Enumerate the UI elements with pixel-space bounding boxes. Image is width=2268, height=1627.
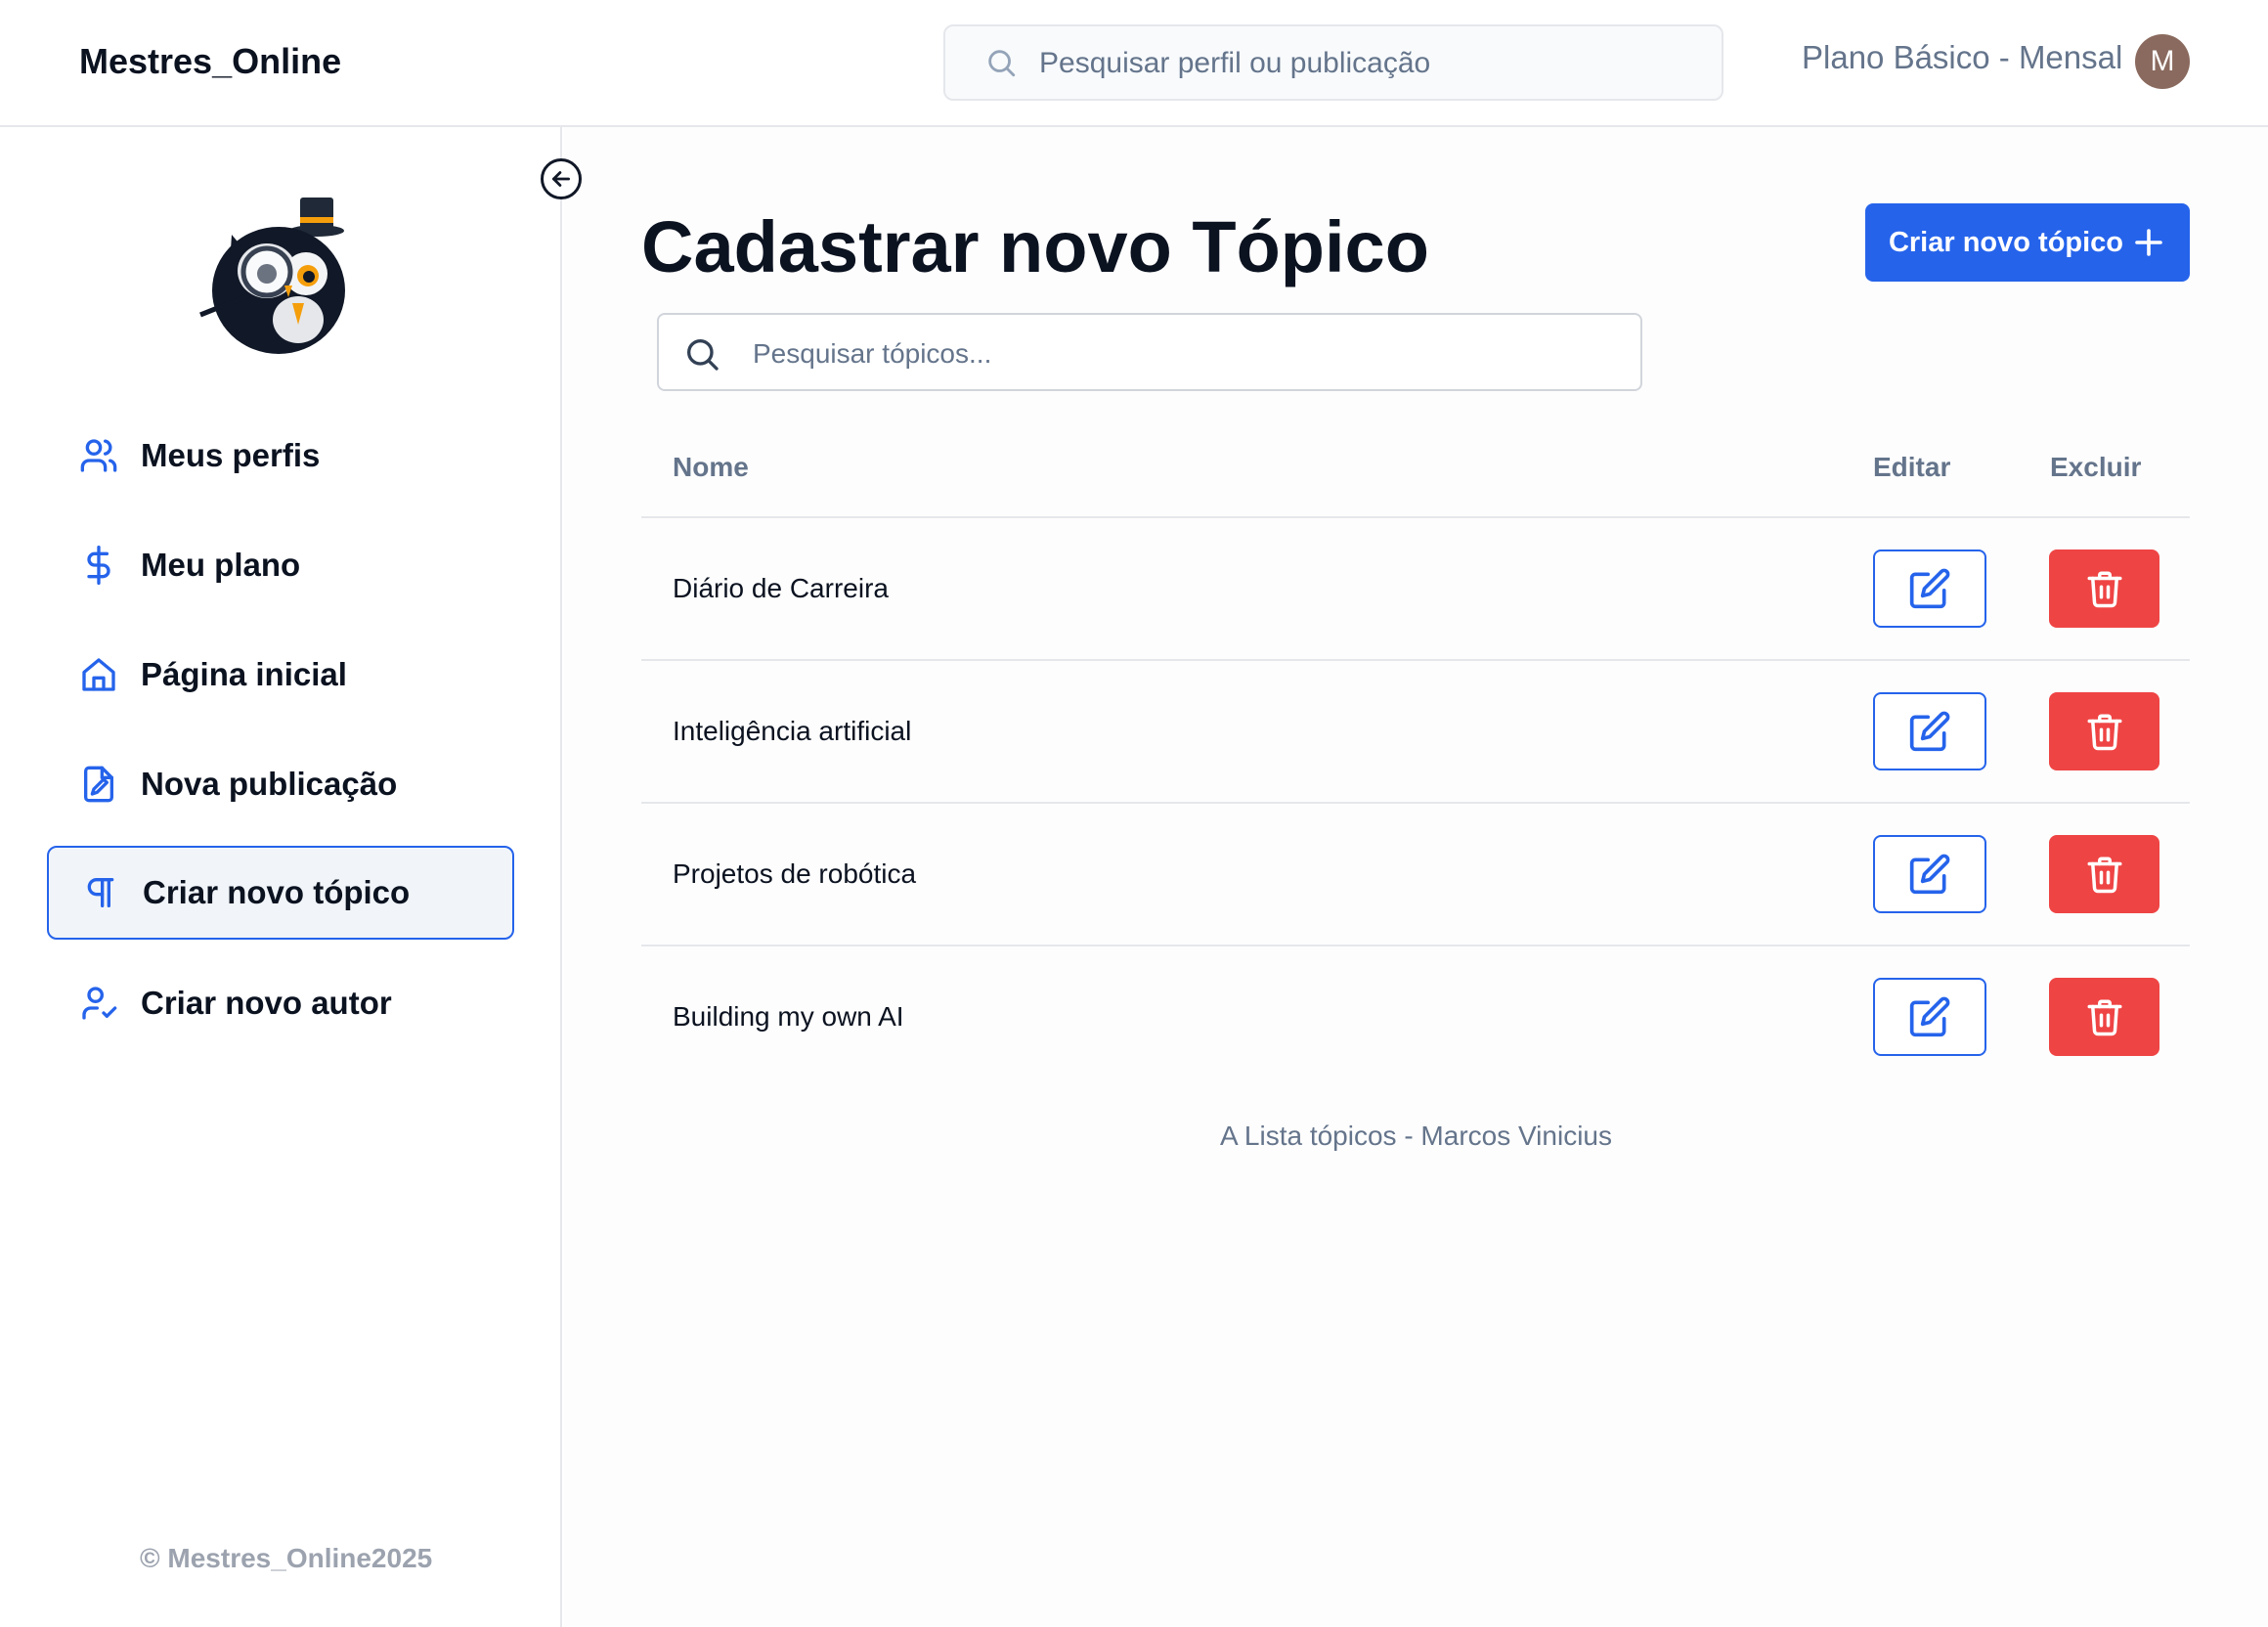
sidebar-item-label: Página inicial: [141, 656, 347, 692]
trash-icon: [2084, 711, 2125, 752]
file-edit-icon: [76, 762, 121, 807]
sidebar-item-meus-perfis[interactable]: Meus perfis: [47, 409, 514, 503]
plus-icon: [2131, 225, 2166, 260]
sidebar-item-label: Meu plano: [141, 547, 301, 583]
topic-search-input[interactable]: [753, 330, 1613, 377]
sidebar-item-nova-publicacao[interactable]: Nova publicação: [47, 737, 514, 831]
pilcrow-icon: [78, 870, 123, 915]
sidebar-item-pagina-inicial[interactable]: Página inicial: [47, 628, 514, 722]
sidebar-footer: © Mestres_Online2025: [140, 1543, 433, 1573]
owl-logo: [191, 188, 367, 359]
user-check-icon: [76, 981, 121, 1026]
collapse-sidebar-button[interactable]: [541, 158, 582, 199]
trash-icon: [2084, 854, 2125, 895]
edit-button[interactable]: [1873, 692, 1986, 770]
edit-button[interactable]: [1873, 550, 1986, 628]
sidebar-item-criar-novo-autor[interactable]: Criar novo autor: [47, 956, 514, 1050]
create-topic-button-label: Criar novo tópico: [1888, 226, 2124, 258]
table-row-name: Diário de Carreira: [673, 573, 889, 603]
delete-button[interactable]: [2049, 550, 2159, 628]
delete-button[interactable]: [2049, 835, 2159, 913]
app-title[interactable]: Mestres_Online: [79, 41, 341, 82]
sidebar-item-label: Criar novo tópico: [143, 874, 411, 910]
global-search-input[interactable]: [1039, 40, 1704, 87]
table-divider: [641, 659, 2190, 661]
plan-label[interactable]: Plano Básico - Mensal: [1802, 39, 2122, 76]
column-header-nome: Nome: [673, 452, 749, 482]
top-header: Mestres_Online Plano Básico - Mensal M: [0, 0, 2268, 127]
delete-button[interactable]: [2049, 978, 2159, 1056]
table-divider: [641, 945, 2190, 946]
table-row-name: Projetos de robótica: [673, 858, 917, 889]
topic-search[interactable]: [657, 313, 1642, 391]
search-icon: [984, 46, 1018, 84]
table-row-name: Inteligência artificial: [673, 716, 912, 746]
global-search[interactable]: [943, 24, 1723, 101]
edit-icon: [1908, 853, 1951, 896]
table-footer: A Lista tópicos - Marcos Vinicius: [1220, 1121, 1612, 1151]
sidebar-item-label: Nova publicação: [141, 766, 398, 802]
table-divider: [641, 516, 2190, 518]
search-icon: [682, 334, 721, 378]
edit-button[interactable]: [1873, 835, 1986, 913]
page-title: Cadastrar novo Tópico: [641, 206, 1429, 287]
table-divider: [641, 802, 2190, 804]
sidebar-item-label: Criar novo autor: [141, 985, 392, 1021]
users-icon: [76, 433, 121, 478]
edit-icon: [1908, 995, 1951, 1038]
home-icon: [76, 652, 121, 697]
edit-button[interactable]: [1873, 978, 1986, 1056]
column-header-excluir: Excluir: [2050, 452, 2142, 482]
dollar-icon: [76, 543, 121, 588]
sidebar-item-label: Meus perfis: [141, 437, 321, 473]
delete-button[interactable]: [2049, 692, 2159, 770]
avatar[interactable]: M: [2135, 34, 2190, 89]
sidebar-item-meu-plano[interactable]: Meu plano: [47, 518, 514, 612]
column-header-editar: Editar: [1873, 452, 1951, 482]
edit-icon: [1908, 710, 1951, 753]
edit-icon: [1908, 567, 1951, 610]
create-topic-button[interactable]: Criar novo tópico: [1865, 203, 2190, 282]
trash-icon: [2084, 996, 2125, 1037]
table-row-name: Building my own AI: [673, 1001, 904, 1032]
sidebar-item-criar-novo-topico[interactable]: Criar novo tópico: [47, 846, 514, 940]
arrow-left-icon: [548, 166, 574, 192]
trash-icon: [2084, 568, 2125, 609]
